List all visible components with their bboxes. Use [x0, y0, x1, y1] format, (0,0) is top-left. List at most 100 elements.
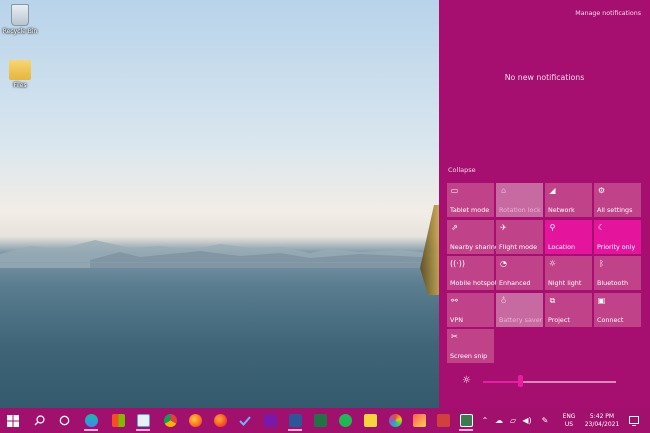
- gear-icon: ⚙: [597, 186, 606, 195]
- brightness-icon: ☼: [462, 375, 471, 386]
- running-indicator: [84, 429, 98, 431]
- firefox-taskbar-button[interactable]: [184, 410, 206, 431]
- tile-mobile-hotspot[interactable]: ((·)) Mobile hotspot: [447, 256, 497, 290]
- tile-screen-snip[interactable]: ✂ Screen snip: [447, 329, 494, 363]
- nearby-sharing-icon: ⇗: [451, 222, 458, 232]
- cloud-tray-button[interactable]: ☁: [492, 410, 506, 431]
- paint-taskbar-button[interactable]: [408, 410, 430, 431]
- app-flower-taskbar-button[interactable]: [384, 410, 406, 431]
- tile-network[interactable]: ◢ Network: [545, 183, 592, 217]
- search-button[interactable]: [28, 410, 50, 431]
- edge-taskbar-button[interactable]: [80, 410, 102, 431]
- start-button[interactable]: [2, 410, 24, 431]
- todo-taskbar-button[interactable]: [234, 410, 256, 431]
- manage-notifications-link[interactable]: Manage notifications: [575, 10, 641, 17]
- tile-label: Location: [548, 242, 576, 251]
- language-top: ENG: [562, 413, 576, 420]
- connect-icon: ▣: [597, 295, 606, 305]
- onenote-icon: [263, 414, 277, 427]
- tile-label: VPN: [450, 315, 464, 324]
- tile-label: Flight mode: [499, 242, 537, 251]
- tile-label: Enhanced: [499, 279, 531, 287]
- show-hidden-icons-button[interactable]: ⌃: [478, 410, 492, 431]
- edge-icon: [84, 414, 98, 427]
- network-tray-button[interactable]: ▱: [506, 410, 520, 431]
- tile-label: Project: [548, 315, 570, 324]
- pen-icon: ✎: [541, 416, 549, 425]
- tile-label: Tablet mode: [450, 206, 490, 214]
- tile-nearby-sharing[interactable]: ⇗ Nearby sharing: [447, 219, 499, 254]
- brightness-control: ☼: [459, 373, 619, 389]
- photo-viewer-taskbar-button[interactable]: [455, 410, 477, 431]
- horizon-line: [0, 262, 440, 263]
- running-indicator: [459, 429, 473, 431]
- app-taskbar-button[interactable]: [132, 410, 154, 431]
- rotation-lock-icon: ⌂: [500, 186, 507, 195]
- windows-logo-icon: [7, 414, 19, 427]
- word-icon: [288, 414, 302, 427]
- chrome-taskbar-button[interactable]: [159, 410, 181, 431]
- tile-project[interactable]: ⧉ Project: [545, 292, 592, 327]
- airplane-icon: ✈: [500, 222, 507, 232]
- running-indicator: [136, 429, 150, 431]
- tile-flight-mode[interactable]: ✈ Flight mode: [496, 219, 543, 254]
- excel-taskbar-button[interactable]: [309, 410, 331, 431]
- tile-bluetooth[interactable]: ᛒ Bluetooth: [594, 256, 641, 290]
- spotify-taskbar-button[interactable]: [334, 410, 356, 431]
- tile-priority-only[interactable]: ☾ Priority only: [594, 219, 641, 254]
- paint-icon: [412, 414, 426, 427]
- chrome-icon: [163, 414, 177, 427]
- language-indicator[interactable]: ENG US: [558, 413, 580, 429]
- tile-battery-saver[interactable]: ♁ Battery saver: [496, 292, 543, 327]
- tile-night-light[interactable]: ☼ Night light: [545, 256, 592, 290]
- sticky-notes-taskbar-button[interactable]: [359, 410, 381, 431]
- tile-label: All settings: [597, 206, 633, 214]
- tile-enhanced[interactable]: ◔ Enhanced: [496, 256, 543, 290]
- recycle-bin-desktop-icon[interactable]: Recycle Bin: [0, 4, 40, 35]
- vpn-icon: ⚯: [451, 295, 458, 305]
- tile-tablet-mode[interactable]: ▭ Tablet mode: [447, 183, 494, 217]
- brightness-fill: [483, 381, 521, 383]
- running-indicator: [288, 429, 302, 431]
- clock-date: 23/04/2021: [584, 421, 620, 428]
- onenote-taskbar-button[interactable]: [259, 410, 281, 431]
- clock-time: 5:42 PM: [589, 413, 615, 420]
- task-view-button[interactable]: [53, 410, 75, 431]
- collapse-link[interactable]: Collapse: [448, 166, 476, 174]
- clock[interactable]: 5:42 PM 23/04/2021: [583, 413, 621, 429]
- cloud-icon: ☁: [495, 416, 503, 425]
- files-desktop-icon[interactable]: Files: [0, 60, 40, 89]
- tile-label: Night light: [548, 279, 582, 287]
- search-icon: [34, 415, 45, 426]
- volume-tray-button[interactable]: ◀): [520, 410, 534, 431]
- spotify-icon: [338, 414, 352, 427]
- no-notifications-message: No new notifications: [504, 73, 585, 82]
- tile-connect[interactable]: ▣ Connect: [594, 292, 641, 327]
- battery-saver-icon: ♁: [500, 295, 507, 305]
- taskbar: ⌃ ☁ ▱ ◀) ✎ ENG US 5:42 PM 23/04/2021: [0, 408, 650, 433]
- tile-all-settings[interactable]: ⚙ All settings: [594, 183, 641, 217]
- store-taskbar-button[interactable]: [107, 410, 129, 431]
- action-center-button[interactable]: [624, 410, 644, 431]
- tile-rotation-lock[interactable]: ⌂ Rotation lock: [496, 183, 543, 217]
- firefox-icon: [188, 414, 202, 427]
- network-icon: ◢: [549, 186, 556, 195]
- recycle-bin-label: Recycle Bin: [2, 28, 38, 35]
- firefox-alt-taskbar-button[interactable]: [209, 410, 231, 431]
- tablet-mode-icon: ▭: [450, 186, 459, 195]
- hotspot-icon: ((·)): [450, 259, 466, 268]
- tile-vpn[interactable]: ⚯ VPN: [447, 292, 494, 327]
- bluetooth-icon: ᛒ: [599, 259, 604, 268]
- image-viewer-icon: [459, 414, 473, 427]
- tile-label: Network: [548, 206, 575, 214]
- folder-icon: [9, 60, 31, 80]
- tile-location[interactable]: ⚲ Location: [545, 219, 592, 254]
- word-taskbar-button[interactable]: [284, 410, 306, 431]
- location-icon: ⚲: [549, 222, 556, 232]
- brightness-slider-thumb[interactable]: [517, 375, 523, 387]
- screen-snip-icon: ✂: [451, 332, 458, 341]
- tile-label: Priority only: [597, 242, 636, 251]
- pen-tray-button[interactable]: ✎: [538, 410, 552, 431]
- excel-icon: [313, 414, 327, 427]
- app-taskbar-button-2[interactable]: [432, 410, 454, 431]
